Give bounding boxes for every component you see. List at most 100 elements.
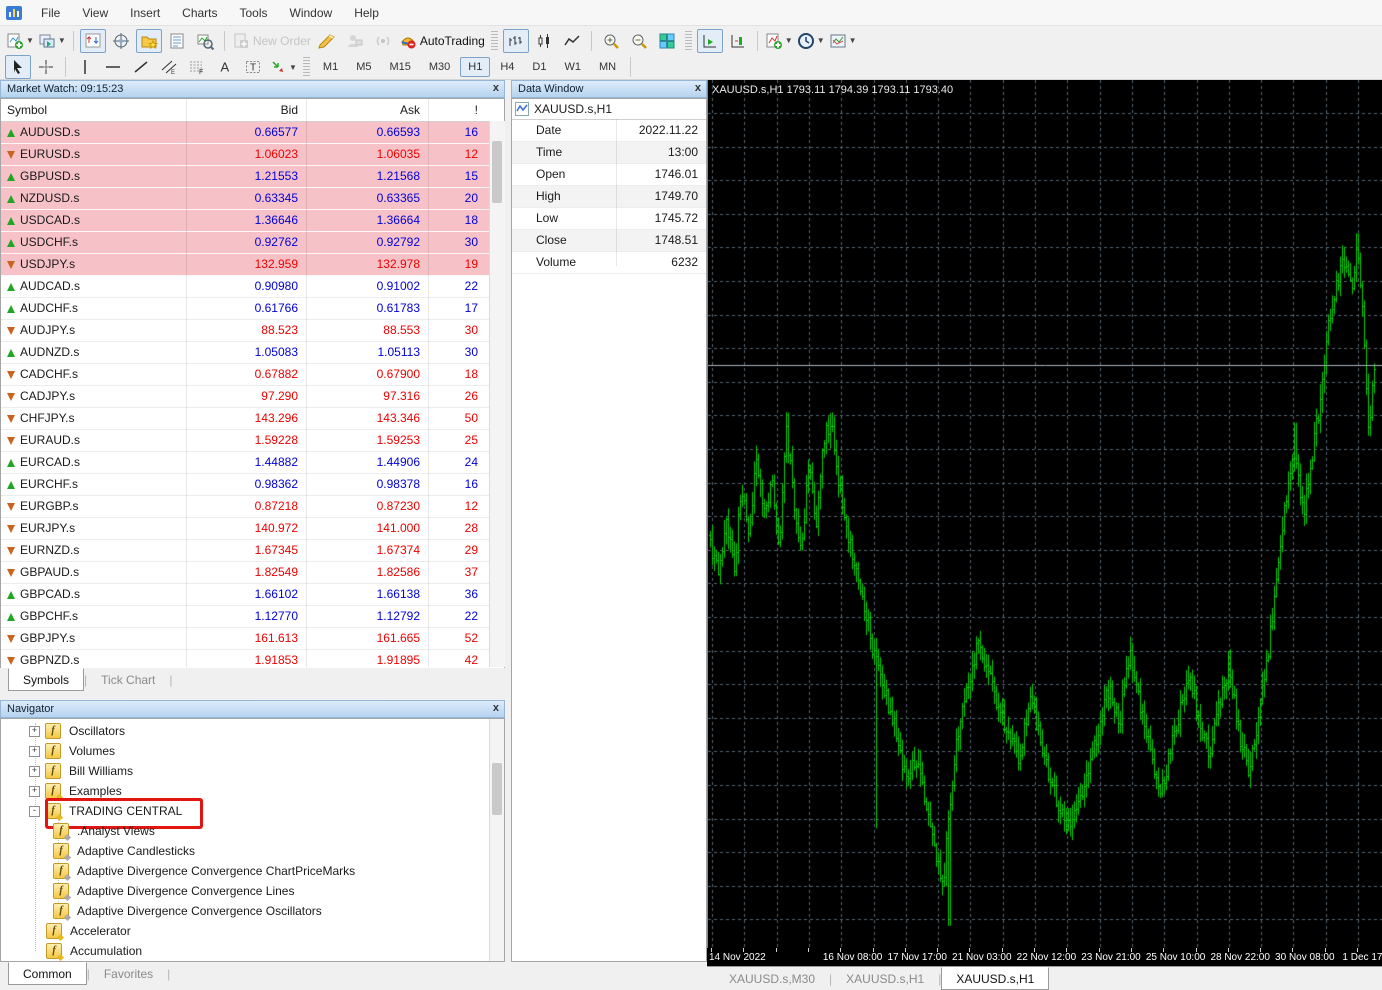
zoom-out-button[interactable] (626, 29, 652, 53)
tab-common[interactable]: Common (8, 962, 87, 985)
market-watch-scrollbar[interactable] (489, 121, 505, 667)
chart-shift-button[interactable] (725, 29, 751, 53)
news-button[interactable] (370, 29, 396, 53)
chart-line-button[interactable] (559, 29, 585, 53)
metaeditor-button[interactable] (314, 29, 340, 53)
column-header-spread[interactable]: ! (428, 99, 486, 121)
chart-bars-button[interactable] (503, 29, 529, 53)
autotrading-button[interactable]: AutoTrading (398, 29, 486, 53)
toolbar-grip[interactable] (303, 57, 310, 77)
market-watch-row[interactable]: EURGBP.s0.872180.8723012 (1, 496, 504, 518)
new-chart-button[interactable]: ▼ (5, 29, 35, 53)
timeframe-h4-button[interactable]: H4 (492, 57, 522, 77)
market-watch-row[interactable]: GBPAUD.s1.825491.8258637 (1, 562, 504, 584)
tab-symbols[interactable]: Symbols (8, 668, 84, 691)
market-watch-row[interactable]: EURUSD.s1.060231.0603512 (1, 144, 504, 166)
tile-windows-button[interactable] (654, 29, 680, 53)
tree-item-accelerator[interactable]: fAccelerator (46, 921, 131, 941)
market-watch-row[interactable]: GBPCAD.s1.661021.6613836 (1, 584, 504, 606)
zoom-in-button[interactable] (598, 29, 624, 53)
vertical-line-button[interactable] (72, 55, 98, 79)
tree-item-adaptive-divergence-convergence-oscillators[interactable]: fAdaptive Divergence Convergence Oscilla… (53, 901, 322, 921)
timeframe-w1-button[interactable]: W1 (556, 57, 589, 77)
scrollbar-thumb[interactable] (492, 763, 502, 815)
tree-item-examples[interactable]: +fExamples (29, 781, 122, 801)
tree-item-analyst-views[interactable]: f.Analyst Views (53, 821, 155, 841)
profiles-button[interactable]: ▼ (37, 29, 67, 53)
menu-window[interactable]: Window (279, 2, 344, 24)
tree-item-adaptive-divergence-convergence-lines[interactable]: fAdaptive Divergence Convergence Lines (53, 881, 294, 901)
trendline-button[interactable] (128, 55, 154, 79)
timeframe-m5-button[interactable]: M5 (348, 57, 379, 77)
tree-item-bill-williams[interactable]: +fBill Williams (29, 761, 133, 781)
menu-tools[interactable]: Tools (229, 2, 279, 24)
tab-favorites[interactable]: Favorites (90, 964, 167, 984)
market-watch-row[interactable]: AUDUSD.s0.665770.6659316 (1, 122, 504, 144)
tab-tick-chart[interactable]: Tick Chart (87, 670, 169, 690)
chevron-down-icon[interactable]: ▼ (849, 36, 857, 45)
market-watch-row[interactable]: AUDNZD.s1.050831.0511330 (1, 342, 504, 364)
data-window-toggle-button[interactable] (108, 29, 134, 53)
market-watch-row[interactable]: NZDUSD.s0.633450.6336520 (1, 188, 504, 210)
cursor-button[interactable] (5, 55, 31, 79)
auto-scroll-button[interactable] (697, 29, 723, 53)
expand-icon[interactable]: + (29, 746, 40, 757)
market-watch-row[interactable]: GBPJPY.s161.613161.66552 (1, 628, 504, 650)
timeframe-m30-button[interactable]: M30 (421, 57, 458, 77)
chart-tab-1[interactable]: XAUUSD.s,H1 (832, 969, 938, 989)
timeframe-h1-button[interactable]: H1 (460, 57, 490, 77)
text-button[interactable]: A (212, 55, 238, 79)
market-watch-row[interactable]: CADJPY.s97.29097.31626 (1, 386, 504, 408)
menu-insert[interactable]: Insert (119, 2, 171, 24)
timeframe-mn-button[interactable]: MN (591, 57, 624, 77)
chart-tab-2[interactable]: XAUUSD.s,H1 (941, 967, 1049, 990)
market-watch-row[interactable]: AUDCAD.s0.909800.9100222 (1, 276, 504, 298)
data-window-close-icon[interactable]: x (695, 82, 701, 94)
strategy-tester-toggle-button[interactable] (192, 29, 218, 53)
tree-item-adaptive-candlesticks[interactable]: fAdaptive Candlesticks (53, 841, 195, 861)
menu-file[interactable]: File (30, 2, 71, 24)
crosshair-button[interactable] (33, 55, 59, 79)
experts-button[interactable] (342, 29, 368, 53)
tree-item-trading-central[interactable]: -fTRADING CENTRAL (29, 801, 182, 821)
chevron-down-icon[interactable]: ▼ (785, 36, 793, 45)
menu-view[interactable]: View (71, 2, 119, 24)
navigator-scrollbar[interactable] (489, 719, 505, 962)
expand-icon[interactable]: + (29, 786, 40, 797)
chevron-down-icon[interactable]: ▼ (26, 36, 34, 45)
expand-icon[interactable]: + (29, 766, 40, 777)
chevron-down-icon[interactable]: ▼ (817, 36, 825, 45)
tree-item-volumes[interactable]: +fVolumes (29, 741, 115, 761)
menu-charts[interactable]: Charts (171, 2, 228, 24)
market-watch-row[interactable]: EURCAD.s1.448821.4490624 (1, 452, 504, 474)
navigator-toggle-button[interactable] (136, 29, 162, 53)
market-watch-row[interactable]: EURJPY.s140.972141.00028 (1, 518, 504, 540)
new-order-button[interactable]: New Order (231, 29, 312, 53)
market-watch-row[interactable]: CADCHF.s0.678820.6790018 (1, 364, 504, 386)
indicators-button[interactable]: ▼ (764, 29, 794, 53)
market-watch-row[interactable]: AUDCHF.s0.617660.6178317 (1, 298, 504, 320)
terminal-toggle-button[interactable] (164, 29, 190, 53)
market-watch-row[interactable]: USDCHF.s0.927620.9279230 (1, 232, 504, 254)
chart-candles-button[interactable] (531, 29, 557, 53)
equidistant-channel-button[interactable]: E (156, 55, 182, 79)
horizontal-line-button[interactable] (100, 55, 126, 79)
expand-icon[interactable]: + (29, 726, 40, 737)
text-label-button[interactable]: T (240, 55, 266, 79)
market-watch-close-icon[interactable]: x (493, 82, 499, 94)
chart-canvas[interactable] (708, 80, 1382, 948)
chevron-down-icon[interactable]: ▼ (58, 36, 66, 45)
column-header-bid[interactable]: Bid (186, 99, 306, 121)
column-header-symbol[interactable]: Symbol (1, 99, 186, 121)
tree-item-accumulation[interactable]: fAccumulation (46, 941, 142, 961)
chart-window[interactable] (707, 80, 1382, 948)
chevron-down-icon[interactable]: ▼ (289, 63, 297, 72)
tree-item-adaptive-divergence-convergence-chartpricemarks[interactable]: fAdaptive Divergence Convergence ChartPr… (53, 861, 355, 881)
fibonacci-button[interactable]: F (184, 55, 210, 79)
market-watch-row[interactable]: GBPUSD.s1.215531.2156815 (1, 166, 504, 188)
market-watch-row[interactable]: EURNZD.s1.673451.6737429 (1, 540, 504, 562)
chart-time-axis[interactable]: 14 Nov 202216 Nov 08:0017 Nov 17:0021 No… (707, 948, 1382, 966)
timeframe-m1-button[interactable]: M1 (315, 57, 346, 77)
menu-help[interactable]: Help (343, 2, 390, 24)
tree-item-oscillators[interactable]: +fOscillators (29, 721, 125, 741)
